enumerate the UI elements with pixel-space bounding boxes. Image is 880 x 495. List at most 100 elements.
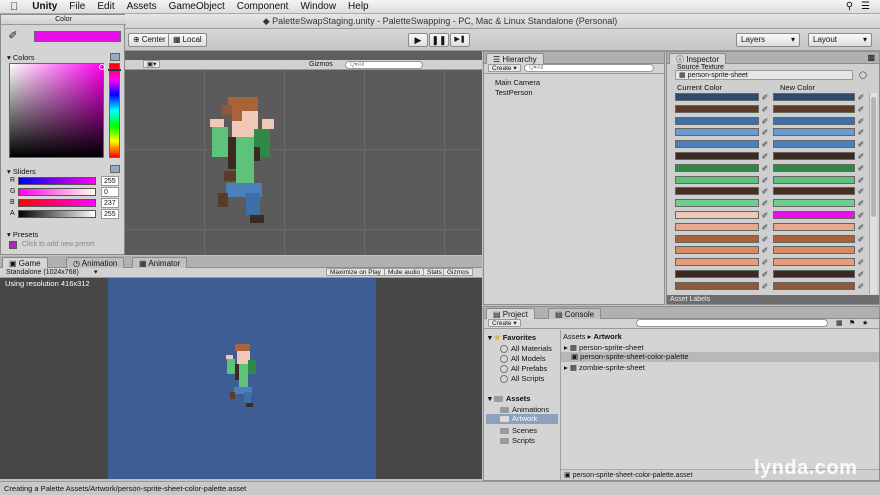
eyedropper-icon[interactable]: ✐ — [856, 211, 866, 220]
eyedropper-icon[interactable]: ✐ — [760, 117, 770, 126]
folder-scenes[interactable]: Scenes — [500, 426, 537, 435]
slider-mode-icon[interactable] — [110, 165, 120, 173]
folder-animations[interactable]: Animations — [500, 405, 549, 414]
current-color-swatch[interactable] — [675, 140, 759, 149]
eyedropper-icon[interactable]: ✐ — [760, 93, 770, 102]
source-texture-field[interactable]: ▦ person-sprite-sheet — [675, 70, 853, 80]
inspector-scrollbar[interactable] — [869, 93, 877, 294]
new-color-swatch[interactable] — [773, 187, 855, 196]
current-color-swatch[interactable] — [675, 234, 759, 243]
image-mode-icon[interactable]: ▣▾ — [143, 60, 161, 68]
new-color-swatch[interactable] — [773, 93, 855, 101]
mute-audio-toggle[interactable]: Mute audio — [384, 268, 425, 276]
favorites-header[interactable]: ▾ ★ Favorites — [488, 333, 536, 342]
eyedropper-icon[interactable]: ✐ — [760, 235, 770, 244]
eyedropper-icon[interactable]: ✐ — [856, 105, 866, 114]
chevron-down-icon[interactable]: ▾ — [94, 268, 98, 278]
slider-g[interactable] — [18, 188, 96, 196]
menu-edit[interactable]: Edit — [91, 1, 120, 12]
maximize-on-play-toggle[interactable]: Maximize on Play — [326, 268, 385, 276]
current-color-swatch[interactable] — [675, 211, 759, 219]
lock-icon[interactable]: ▩ — [867, 53, 875, 62]
value-r[interactable]: 255 — [101, 176, 119, 186]
eyedropper-icon[interactable]: ✐ — [760, 270, 770, 279]
eyedropper-icon[interactable]: ✐ — [760, 246, 770, 255]
game-gizmos-dropdown[interactable]: Gizmos — [443, 268, 474, 276]
current-color-swatch[interactable] — [675, 281, 759, 290]
step-button[interactable]: ▶❚ — [450, 33, 470, 47]
pause-button[interactable]: ❚❚ — [429, 33, 449, 47]
tab-inspector[interactable]: ⓘ Inspector — [669, 53, 727, 64]
list-icon[interactable]: ☰ — [861, 1, 870, 12]
menu-file[interactable]: File — [63, 1, 91, 12]
eyedropper-icon[interactable]: ✐ — [856, 164, 866, 173]
game-view[interactable]: Using resolution 416x312 — [0, 278, 482, 479]
play-button[interactable]: ▶ — [408, 33, 428, 47]
layers-dropdown[interactable]: Layers ▾ — [736, 33, 800, 47]
scene-view[interactable]: ▣▾ Gizmos Q▾All — [125, 51, 482, 255]
eyedropper-icon[interactable]: ✐ — [856, 117, 866, 126]
current-color-swatch[interactable] — [675, 163, 759, 172]
person-sprite-large[interactable] — [210, 97, 290, 227]
resolution-dropdown[interactable]: Standalone (1024x768) — [6, 268, 79, 278]
new-color-swatch[interactable] — [773, 140, 855, 149]
tag-icon[interactable]: ⚑ — [849, 319, 855, 329]
eyedropper-icon[interactable]: ✐ — [760, 187, 770, 196]
current-color-swatch[interactable] — [675, 187, 759, 196]
search-icon[interactable]: ⚲ — [846, 1, 853, 12]
color-sv-handle[interactable] — [99, 64, 105, 70]
new-color-swatch[interactable] — [773, 128, 855, 137]
current-color-swatch[interactable] — [675, 93, 759, 101]
new-color-swatch[interactable] — [773, 281, 855, 290]
star-icon[interactable]: ★ — [862, 319, 868, 329]
asset-labels-bar[interactable]: Asset Labels — [667, 295, 879, 304]
tab-hierarchy[interactable]: ☰ Hierarchy — [486, 53, 544, 64]
new-color-swatch[interactable] — [773, 163, 855, 172]
eyedropper-icon[interactable]: ✐ — [760, 176, 770, 185]
value-g[interactable]: 0 — [101, 187, 119, 197]
file-color-palette[interactable]: ▣ person-sprite-sheet-color-palette — [561, 352, 879, 362]
current-color-swatch[interactable] — [675, 152, 759, 160]
tab-animation[interactable]: ◷ Animation — [66, 257, 125, 268]
eyedropper-icon[interactable]: ✐ — [760, 128, 770, 137]
new-color-swatch[interactable] — [773, 246, 855, 255]
breadcrumb-artwork[interactable]: Artwork — [593, 332, 621, 341]
eyedropper-icon[interactable]: ✐ — [4, 29, 22, 43]
current-color-swatch[interactable] — [675, 258, 759, 267]
new-color-swatch[interactable] — [773, 104, 855, 113]
layout-dropdown[interactable]: Layout ▾ — [808, 33, 872, 47]
eyedropper-icon[interactable]: ✐ — [856, 199, 866, 208]
new-color-swatch[interactable] — [773, 116, 855, 125]
pivot-local-button[interactable]: ▦ Local — [168, 33, 207, 47]
scene-search[interactable]: Q▾All — [345, 61, 423, 69]
pivot-center-button[interactable]: ⊕ Center — [128, 33, 171, 47]
value-a[interactable]: 255 — [101, 209, 119, 219]
new-color-swatch[interactable] — [773, 199, 855, 208]
file-person-sprite-sheet[interactable]: ▸ ▦ person-sprite-sheet — [564, 343, 644, 352]
presets-hint[interactable]: Click to add new preset — [22, 241, 95, 248]
current-color-swatch[interactable] — [675, 222, 759, 231]
eyedropper-icon[interactable]: ✐ — [856, 282, 866, 291]
fav-all-prefabs[interactable]: All Prefabs — [500, 364, 547, 374]
slider-b[interactable] — [18, 199, 96, 207]
eyedropper-icon[interactable]: ✐ — [856, 140, 866, 149]
eyedropper-icon[interactable]: ✐ — [856, 152, 866, 161]
new-color-swatch[interactable] — [773, 270, 855, 278]
scrollbar-thumb[interactable] — [871, 97, 876, 217]
current-color-swatch[interactable] — [675, 104, 759, 113]
current-color-swatch[interactable] — [675, 128, 759, 137]
object-picker-icon[interactable]: ◯ — [859, 71, 867, 79]
project-create-button[interactable]: Create ▾ — [488, 319, 521, 327]
filter-type-icon[interactable]: ▦ — [836, 319, 843, 329]
eyedropper-icon[interactable]: ✐ — [856, 93, 866, 102]
hue-handle[interactable] — [108, 69, 121, 71]
color-mode-icon[interactable] — [110, 53, 120, 61]
color-sv-field[interactable] — [9, 63, 105, 158]
eyedropper-icon[interactable]: ✐ — [856, 223, 866, 232]
eyedropper-icon[interactable]: ✐ — [760, 152, 770, 161]
selected-color-swatch[interactable] — [34, 31, 121, 42]
eyedropper-icon[interactable]: ✐ — [760, 211, 770, 220]
preset-swatch[interactable] — [9, 241, 17, 249]
eyedropper-icon[interactable]: ✐ — [856, 270, 866, 279]
folder-scripts[interactable]: Scripts — [500, 436, 535, 445]
